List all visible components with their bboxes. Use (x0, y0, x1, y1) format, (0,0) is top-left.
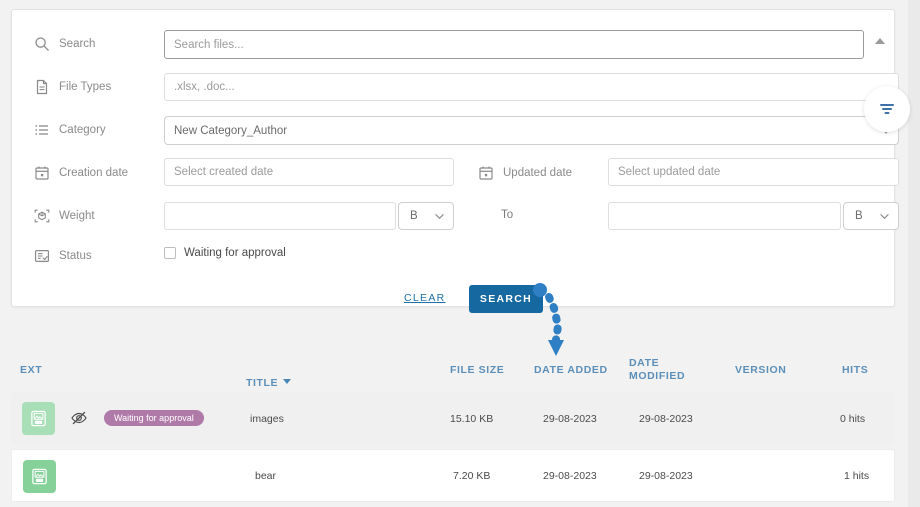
weight-label: Weight (34, 208, 95, 224)
weight-icon (34, 208, 50, 224)
column-header-file-size[interactable]: FILE SIZE (450, 364, 504, 377)
column-header-title-text: TITLE (246, 377, 278, 389)
table-header: EXT TITLE FILE SIZE DATE ADDED DATE MODI… (0, 352, 920, 386)
updated-date-label: Updated date (478, 165, 572, 181)
calendar-icon (478, 165, 494, 181)
sort-desc-icon (283, 379, 291, 384)
filter-panel: Search File Types Category New Category_… (11, 9, 895, 307)
weight-label-text: Weight (59, 210, 95, 222)
caret-up-icon[interactable] (875, 38, 885, 44)
cell-file-size: 7.20 KB (453, 470, 490, 482)
cell-date-modified: 29-08-2023 (639, 413, 693, 425)
column-header-version[interactable]: VERSION (735, 364, 786, 377)
file-types-label-text: File Types (59, 81, 111, 93)
filter-icon (878, 100, 896, 118)
file-types-label: File Types (34, 79, 111, 95)
status-list-icon (34, 248, 50, 264)
clear-button[interactable]: CLEAR (404, 292, 446, 304)
search-icon (34, 36, 50, 52)
status-label: Status (34, 248, 92, 264)
cell-hits: 1 hits (844, 470, 869, 482)
category-label: Category (34, 122, 106, 138)
column-header-date-modified[interactable]: DATE MODIFIED (629, 357, 685, 383)
column-header-date-added[interactable]: DATE ADDED (534, 364, 608, 377)
status-badge: Waiting for approval (104, 410, 204, 426)
jpg-image-icon (22, 402, 55, 435)
cell-date-added: 29-08-2023 (543, 413, 597, 425)
cell-date-added: 29-08-2023 (543, 470, 597, 482)
category-select[interactable]: New Category_Author (164, 116, 899, 145)
creation-date-input[interactable] (164, 158, 454, 186)
updated-date-label-text: Updated date (503, 167, 572, 179)
column-header-ext[interactable]: EXT (20, 364, 42, 377)
document-icon (34, 79, 50, 95)
cell-hits: 0 hits (840, 413, 865, 425)
weight-from-input[interactable] (164, 202, 396, 230)
column-header-hits[interactable]: HITS (842, 364, 868, 377)
weight-to-unit-wrap: B (843, 202, 899, 230)
cell-date-modified: 29-08-2023 (639, 470, 693, 482)
search-input[interactable] (164, 30, 864, 59)
category-select-wrap: New Category_Author (164, 116, 899, 145)
weight-to-input[interactable] (608, 202, 841, 230)
column-header-title[interactable]: TITLE (246, 364, 291, 390)
jpg-image-icon (23, 460, 56, 493)
weight-to-label: To (501, 209, 513, 221)
weight-from-unit-wrap: B (398, 202, 454, 230)
updated-date-input[interactable] (608, 158, 899, 186)
right-rail (908, 0, 920, 507)
cell-title: bear (255, 470, 276, 482)
status-checkbox-row[interactable]: Waiting for approval (164, 247, 286, 259)
annotation-arrow (528, 278, 608, 358)
creation-date-label: Creation date (34, 165, 128, 181)
calendar-icon (34, 165, 50, 181)
status-label-text: Status (59, 250, 92, 262)
search-label-text: Search (59, 38, 95, 50)
waiting-approval-checkbox[interactable] (164, 247, 176, 259)
filter-toggle-tab[interactable] (864, 86, 910, 132)
cell-title: images (250, 413, 284, 425)
category-label-text: Category (59, 124, 106, 136)
creation-date-label-text: Creation date (59, 167, 128, 179)
list-icon (34, 122, 50, 138)
weight-from-unit-select[interactable]: B (398, 202, 454, 230)
weight-to-unit-select[interactable]: B (843, 202, 899, 230)
search-label: Search (34, 36, 95, 52)
cell-file-size: 15.10 KB (450, 413, 493, 425)
eye-off-icon[interactable] (70, 409, 88, 427)
waiting-approval-label: Waiting for approval (184, 247, 286, 259)
file-types-input[interactable] (164, 73, 899, 101)
